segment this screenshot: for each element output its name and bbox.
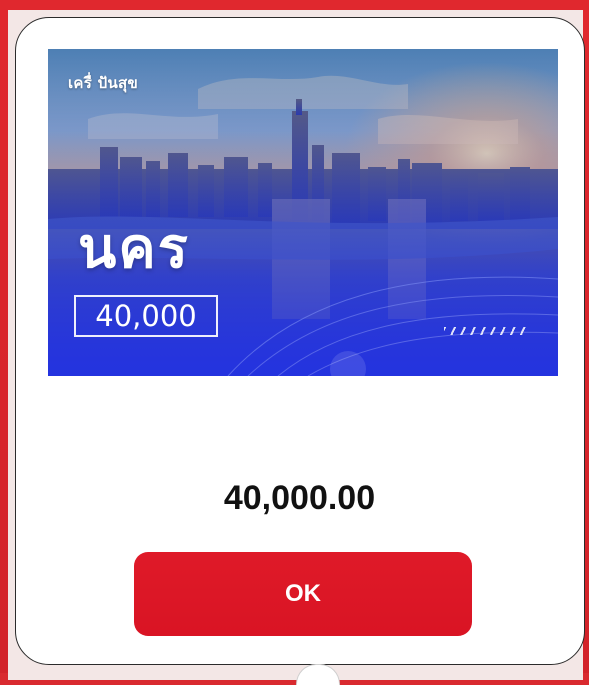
ok-button[interactable]: OK xyxy=(134,552,472,636)
banner-title: นคร xyxy=(78,216,190,281)
voucher-banner-image: เครื่ ปันสุข นคร 40,000 xyxy=(48,49,558,376)
banner-amount: 40,000 xyxy=(74,295,218,337)
success-dialog: เครื่ ปันสุข นคร 40,000 40,000.00 OK xyxy=(15,17,585,665)
amount-value: 40,000.00 xyxy=(223,479,376,517)
decorative-dashes xyxy=(444,327,528,335)
brand-label: เครื่ ปันสุข xyxy=(68,74,139,92)
